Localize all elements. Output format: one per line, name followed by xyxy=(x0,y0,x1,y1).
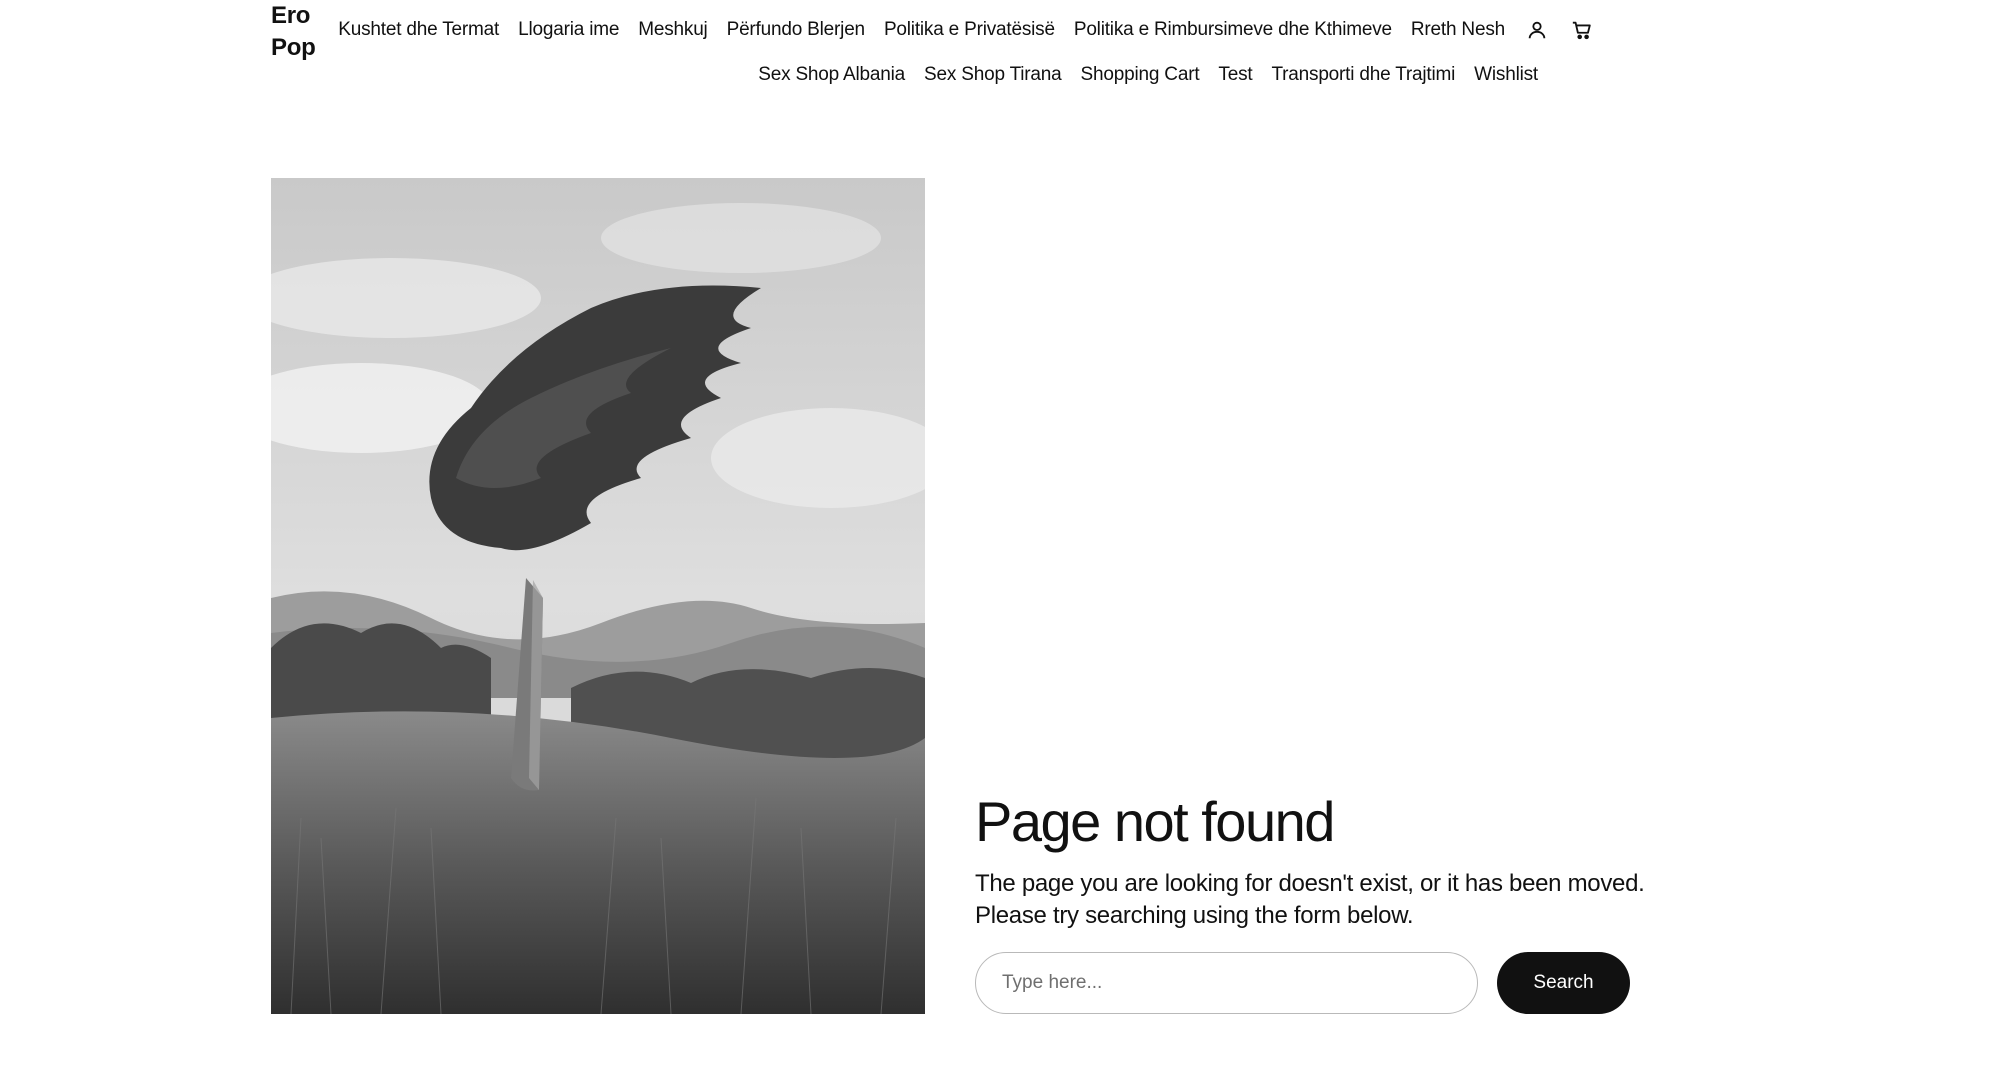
search-button[interactable]: Search xyxy=(1497,952,1630,1014)
windswept-tree-photo xyxy=(271,178,925,1014)
search-form: Search xyxy=(975,952,1675,1014)
search-input[interactable] xyxy=(975,952,1478,1014)
nav-link-transporti-dhe-trajtimi[interactable]: Transporti dhe Trajtimi xyxy=(1271,63,1455,87)
cart-icon[interactable] xyxy=(1569,17,1595,43)
site-header: Ero Pop Kushtet dhe Termat Llogaria ime … xyxy=(0,0,2010,110)
primary-nav-row-1: Kushtet dhe Termat Llogaria ime Meshkuj … xyxy=(338,17,1595,43)
nav-link-llogaria-ime[interactable]: Llogaria ime xyxy=(518,18,619,42)
nav-link-test[interactable]: Test xyxy=(1218,63,1252,87)
nav-link-wishlist[interactable]: Wishlist xyxy=(1474,63,1538,87)
page-description: The page you are looking for doesn't exi… xyxy=(975,868,1655,932)
not-found-section: Page not found The page you are looking … xyxy=(975,786,1675,1014)
nav-link-rreth-nesh[interactable]: Rreth Nesh xyxy=(1411,18,1505,42)
nav-link-kushtet-dhe-termat[interactable]: Kushtet dhe Termat xyxy=(338,18,499,42)
nav-link-perfundo-blerjen[interactable]: Përfundo Blerjen xyxy=(727,18,866,42)
user-icon[interactable] xyxy=(1524,17,1550,43)
nav-link-sex-shop-tirana[interactable]: Sex Shop Tirana xyxy=(924,63,1062,87)
primary-nav-row-2: Sex Shop Albania Sex Shop Tirana Shoppin… xyxy=(758,63,1538,87)
page-title: Page not found xyxy=(975,790,1335,853)
site-logo[interactable]: Ero Pop xyxy=(271,0,331,64)
description-line-1: The page you are looking for doesn't exi… xyxy=(975,870,1645,897)
nav-link-politika-e-rimbursimeve[interactable]: Politika e Rimbursimeve dhe Kthimeve xyxy=(1074,18,1392,42)
brand-line-1: Ero xyxy=(271,2,311,29)
description-line-2: Please try searching using the form belo… xyxy=(975,902,1414,929)
nav-link-sex-shop-albania[interactable]: Sex Shop Albania xyxy=(758,63,905,87)
nav-link-shopping-cart[interactable]: Shopping Cart xyxy=(1081,63,1200,87)
brand-line-2: Pop xyxy=(271,34,316,61)
nav-link-meshkuj[interactable]: Meshkuj xyxy=(638,18,708,42)
nav-link-politika-e-privatesise[interactable]: Politika e Privatësisë xyxy=(884,18,1055,42)
